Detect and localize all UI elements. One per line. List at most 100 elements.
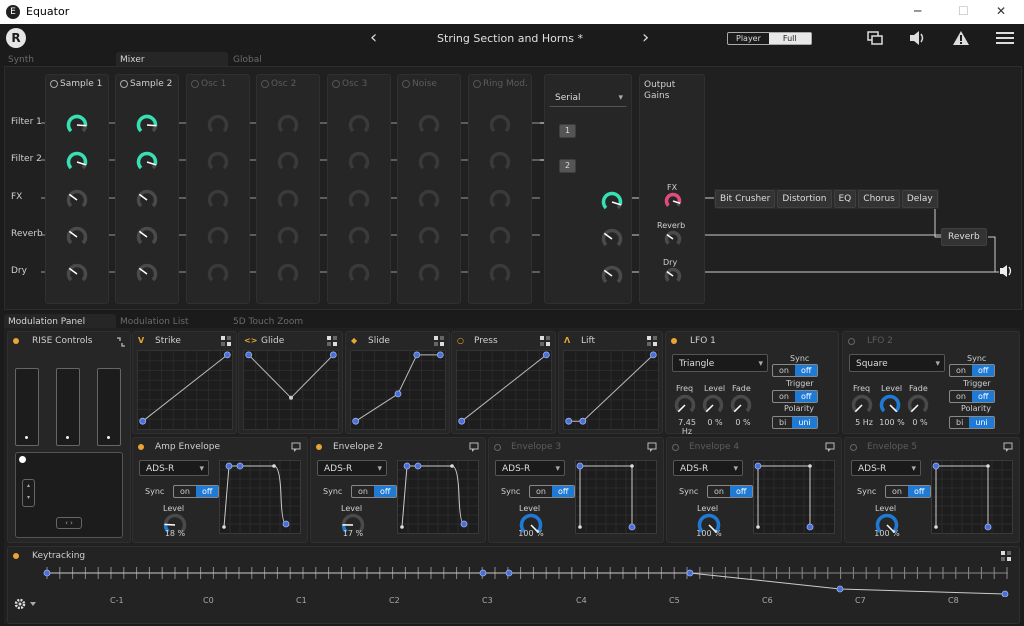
lfo-active-dot[interactable]	[848, 338, 855, 345]
lfo-trigger-toggle[interactable]: on off	[949, 390, 996, 403]
envelope-mode-select[interactable]: ADS-R	[673, 460, 743, 477]
tab-global[interactable]: Global	[233, 55, 262, 65]
channel-power-icon[interactable]	[332, 80, 340, 88]
knob-reverb[interactable]	[489, 226, 511, 248]
knob-filter-1[interactable]	[489, 114, 511, 136]
routing-dry-knob[interactable]	[601, 265, 623, 287]
tab-mixer[interactable]: Mixer	[120, 55, 145, 65]
output-fx-knob[interactable]	[664, 192, 682, 210]
rise-slider-1[interactable]	[15, 368, 39, 446]
knob-filter-2[interactable]	[207, 151, 229, 173]
lfo-sync-toggle[interactable]: on off	[949, 364, 996, 377]
knob-dry[interactable]	[418, 263, 440, 285]
channel-power-icon[interactable]	[402, 80, 410, 88]
envelope-sync-off[interactable]: off	[195, 486, 219, 497]
mod-curve-graph[interactable]	[350, 350, 446, 430]
knob-dry[interactable]	[207, 263, 229, 285]
lfo-freq-knob[interactable]	[674, 394, 696, 416]
grid-toggle-icon[interactable]	[327, 336, 337, 346]
lfo-polarity-bi[interactable]: bi	[773, 417, 792, 428]
envelope-sync-toggle[interactable]: on off	[885, 485, 932, 498]
envelope-graph[interactable]	[575, 460, 657, 534]
prev-preset-button[interactable]: ‹	[370, 27, 377, 48]
lfo-polarity-toggle[interactable]: bi uni	[949, 416, 995, 429]
rise-slider-3[interactable]	[97, 368, 121, 446]
fx-distortion-button[interactable]: Distortion	[777, 190, 832, 208]
knob-filter-1[interactable]	[66, 114, 88, 136]
keytracking-curve[interactable]	[8, 561, 1019, 597]
knob-dry[interactable]	[66, 263, 88, 285]
rise-xy-pad[interactable]: ▴ ▾ ‹ ›	[15, 452, 123, 538]
knob-filter-1[interactable]	[277, 114, 299, 136]
knob-reverb[interactable]	[207, 226, 229, 248]
grid-toggle-icon[interactable]	[647, 336, 657, 346]
lfo-trigger-off[interactable]: off	[971, 391, 995, 402]
knob-fx[interactable]	[277, 189, 299, 211]
envelope-sync-on[interactable]: on	[708, 486, 730, 497]
knob-filter-1[interactable]	[136, 114, 158, 136]
knob-fx[interactable]	[489, 189, 511, 211]
envelope-graph[interactable]	[219, 460, 301, 534]
envelope-options-icon[interactable]	[291, 442, 301, 452]
knob-fx[interactable]	[348, 189, 370, 211]
envelope-mode-select[interactable]: ADS-R	[851, 460, 921, 477]
routing-mix-knob[interactable]	[601, 191, 623, 213]
mod-curve-graph[interactable]	[563, 350, 659, 430]
envelope-sync-off[interactable]: off	[551, 486, 575, 497]
envelope-active-dot[interactable]	[672, 444, 679, 451]
knob-dry[interactable]	[489, 263, 511, 285]
envelope-sync-on[interactable]: on	[530, 486, 552, 497]
routing-reverb-knob[interactable]	[601, 228, 623, 250]
lfo-fade-knob[interactable]	[730, 394, 752, 416]
volume-icon[interactable]	[908, 30, 928, 46]
knob-filter-1[interactable]	[348, 114, 370, 136]
lfo-active-dot[interactable]	[671, 338, 677, 344]
envelope-sync-on[interactable]: on	[886, 486, 908, 497]
routing-node-2[interactable]: 2	[559, 159, 577, 173]
fx-bit-crusher-button[interactable]: Bit Crusher	[715, 190, 776, 208]
lfo-polarity-toggle[interactable]: bi uni	[772, 416, 818, 429]
rise-active-dot[interactable]	[13, 338, 19, 344]
tab-modulation-list[interactable]: Modulation List	[120, 317, 189, 327]
envelope-options-icon[interactable]	[825, 442, 835, 452]
envelope-mode-select[interactable]: ADS-R	[317, 460, 387, 477]
channel-power-icon[interactable]	[473, 80, 481, 88]
tab-modulation-panel[interactable]: Modulation Panel	[8, 317, 85, 327]
envelope-sync-toggle[interactable]: on off	[707, 485, 754, 498]
lfo-fade-knob[interactable]	[907, 394, 929, 416]
knob-filter-2[interactable]	[136, 151, 158, 173]
next-preset-button[interactable]: ›	[642, 27, 649, 48]
routing-node-1[interactable]: 1	[559, 124, 577, 138]
output-reverb-knob[interactable]	[664, 230, 682, 248]
output-dry-knob[interactable]	[664, 267, 682, 285]
keytracking-active-dot[interactable]	[13, 553, 19, 559]
knob-reverb[interactable]	[418, 226, 440, 248]
envelope-sync-off[interactable]: off	[907, 486, 931, 497]
knob-dry[interactable]	[277, 263, 299, 285]
knob-dry[interactable]	[348, 263, 370, 285]
knob-filter-2[interactable]	[489, 151, 511, 173]
rise-y-stepper[interactable]: ▴ ▾	[22, 479, 35, 507]
lfo-trigger-off[interactable]: off	[794, 391, 818, 402]
envelope-options-icon[interactable]	[469, 442, 479, 452]
knob-filter-1[interactable]	[418, 114, 440, 136]
warning-icon[interactable]	[952, 30, 970, 46]
tab-5d-touch-zoom[interactable]: 5D Touch Zoom	[233, 317, 303, 327]
channel-power-icon[interactable]	[191, 80, 199, 88]
lfo-sync-on[interactable]: on	[950, 365, 972, 376]
fx-chorus-button[interactable]: Chorus	[858, 190, 900, 208]
knob-dry[interactable]	[136, 263, 158, 285]
knob-reverb[interactable]	[277, 226, 299, 248]
envelope-sync-toggle[interactable]: on off	[351, 485, 398, 498]
lfo-trigger-on[interactable]: on	[773, 391, 795, 402]
envelope-mode-select[interactable]: ADS-R	[495, 460, 565, 477]
routing-mode-select[interactable]: Serial	[549, 89, 627, 107]
lfo-sync-off[interactable]: off	[794, 365, 818, 376]
lfo-sync-off[interactable]: off	[971, 365, 995, 376]
knob-filter-1[interactable]	[207, 114, 229, 136]
channel-power-icon[interactable]	[261, 80, 269, 88]
knob-reverb[interactable]	[136, 226, 158, 248]
channel-power-icon[interactable]	[120, 80, 128, 88]
close-button[interactable]: ✕	[996, 4, 1006, 18]
lfo-wave-select[interactable]: Square	[849, 354, 945, 373]
